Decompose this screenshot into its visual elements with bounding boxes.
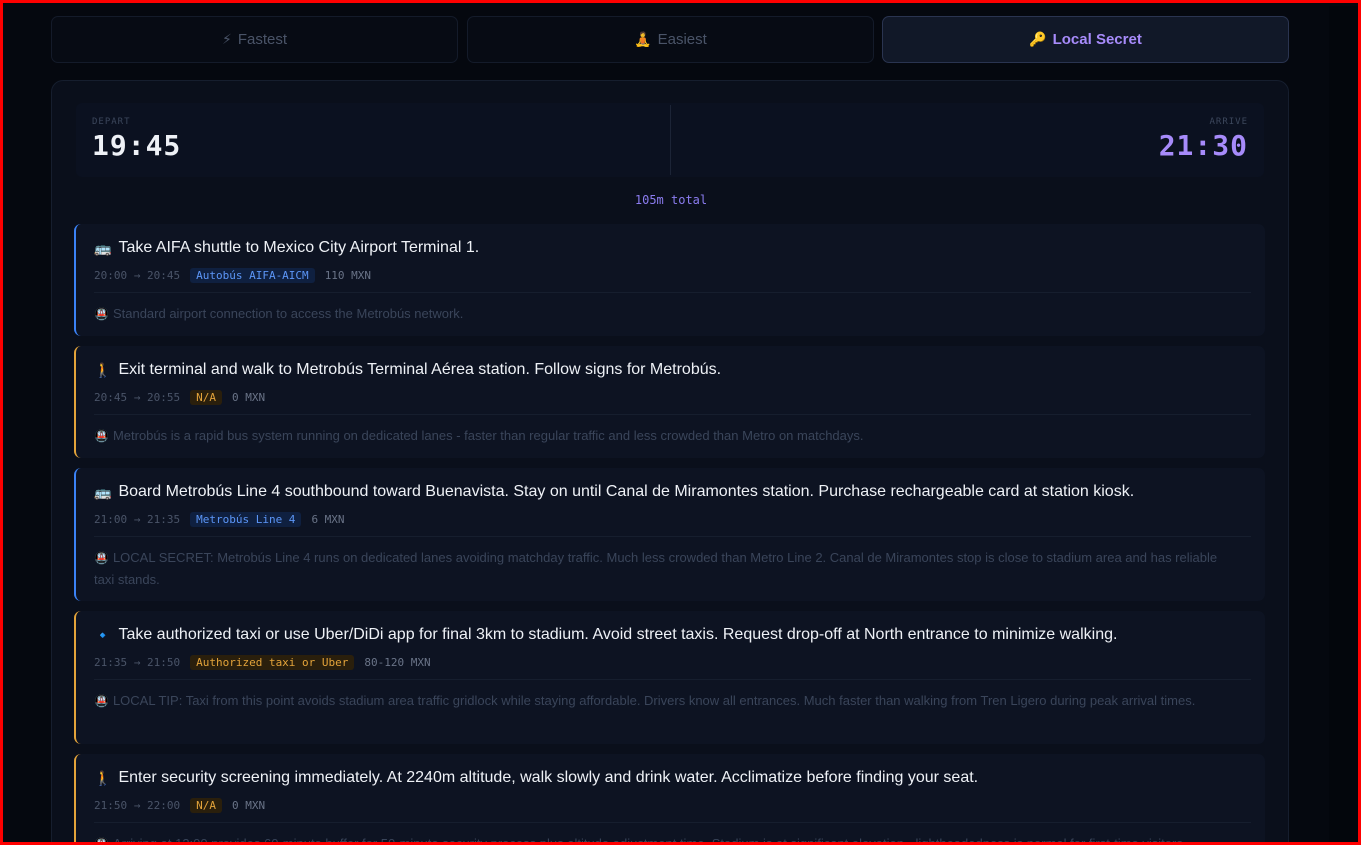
metro-icon: 🚇 [94, 429, 109, 443]
step-meta: 20:45 → 20:55 N/A 0 MXN [94, 390, 265, 405]
step-divider [94, 679, 1251, 680]
step-fare: 0 MXN [231, 391, 266, 404]
step-note: 🚇 LOCAL TIP: Taxi from this point avoids … [94, 690, 1235, 712]
walking-icon: 🚶 [94, 361, 112, 378]
step-note: 🚇 Standard airport connection to access t… [94, 303, 1235, 325]
step-note: 🚇 Arriving at 13:00 provides 60-minute bu… [94, 833, 1235, 845]
step-fare: 6 MXN [311, 513, 345, 526]
route-step[interactable]: 🔹 Take authorized taxi or use Uber/DiDi … [74, 611, 1265, 744]
metro-icon: 🚇 [94, 837, 109, 845]
step-mode-badge: Metrobús Line 4 [190, 512, 302, 527]
meditation-icon: 🧘 [634, 31, 652, 47]
time-summary: DEPART 19:45 ARRIVE 21:30 [76, 103, 1264, 177]
route-step[interactable]: 🚌 Board Metrobús Line 4 southbound towar… [74, 468, 1265, 601]
metro-icon: 🚇 [94, 551, 109, 565]
step-note-text: Metrobús is a rapid bus system running o… [112, 428, 864, 443]
step-time: 21:50 → 22:00 [94, 799, 181, 812]
route-tabs: ⚡ Fastest 🧘 Easiest 🔑 Local Secret [51, 16, 1289, 63]
step-fare: 80-120 MXN [364, 656, 431, 669]
step-title: 🚌 Take AIFA shuttle to Mexico City Airpo… [94, 239, 1253, 257]
step-title-text: Exit terminal and walk to Metrobús Termi… [118, 361, 722, 378]
step-mode-badge: N/A [190, 390, 222, 405]
step-divider [94, 822, 1251, 823]
time-divider [670, 105, 671, 175]
step-time: 21:00 → 21:35 [94, 513, 181, 526]
tab-label: Local Secret [1052, 31, 1142, 48]
step-time: 20:00 → 20:45 [94, 269, 181, 282]
route-step[interactable]: 🚌 Take AIFA shuttle to Mexico City Airpo… [74, 224, 1265, 336]
walking-icon: 🚶 [94, 769, 112, 786]
tab-label: Easiest [657, 31, 707, 48]
step-note-text: Arriving at 13:00 provides 60-minute buf… [112, 836, 1187, 845]
step-note-text: Standard airport connection to access th… [112, 306, 464, 321]
step-title: 🚌 Board Metrobús Line 4 southbound towar… [94, 483, 1253, 501]
step-note-text: LOCAL SECRET: Metrobús Line 4 runs on de… [94, 550, 1218, 587]
step-mode-badge: Autobús AIFA-AICM [190, 268, 315, 283]
step-mode-badge: Authorized taxi or Uber [190, 655, 355, 670]
metro-icon: 🚇 [94, 694, 109, 708]
right-gutter [1329, 6, 1358, 842]
total-duration: 105m total [634, 193, 708, 207]
arrive-time: 21:30 [1158, 129, 1248, 162]
step-meta: 21:00 → 21:35 Metrobús Line 4 6 MXN [94, 512, 345, 527]
tab-easiest[interactable]: 🧘 Easiest [467, 16, 874, 63]
step-title-text: Enter security screening immediately. At… [118, 769, 979, 786]
step-note-text: LOCAL TIP: Taxi from this point avoids s… [112, 693, 1196, 708]
route-panel: DEPART 19:45 ARRIVE 21:30 105m total 🚌 T… [51, 80, 1289, 845]
bus-icon: 🚌 [94, 483, 112, 500]
arrive-label: ARRIVE [1209, 117, 1248, 127]
step-meta: 21:50 → 22:00 N/A 0 MXN [94, 798, 265, 813]
step-fare: 0 MXN [231, 799, 266, 812]
step-divider [94, 292, 1251, 293]
step-note: 🚇 LOCAL SECRET: Metrobús Line 4 runs on d… [94, 547, 1235, 590]
step-title-text: Take authorized taxi or use Uber/DiDi ap… [118, 626, 1118, 643]
step-divider [94, 414, 1251, 415]
step-note: 🚇 Metrobús is a rapid bus system running … [94, 425, 1235, 447]
bus-icon: 🚌 [94, 239, 112, 256]
step-meta: 21:35 → 21:50 Authorized taxi or Uber 80… [94, 655, 431, 670]
depart-label: DEPART [92, 117, 131, 127]
depart-time: 19:45 [92, 129, 182, 162]
metro-icon: 🚇 [94, 307, 109, 321]
step-title: 🚶 Enter security screening immediately. … [94, 769, 1253, 787]
step-fare: 110 MXN [324, 269, 372, 282]
step-title: 🚶 Exit terminal and walk to Metrobús Ter… [94, 361, 1253, 379]
step-title: 🔹 Take authorized taxi or use Uber/DiDi … [94, 626, 1253, 644]
route-step[interactable]: 🚶 Exit terminal and walk to Metrobús Ter… [74, 346, 1265, 458]
step-title-text: Take AIFA shuttle to Mexico City Airport… [118, 239, 480, 256]
step-time: 20:45 → 20:55 [94, 391, 181, 404]
key-icon: 🔑 [1029, 31, 1047, 47]
taxi-diamond-icon: 🔹 [94, 626, 112, 643]
tab-fastest[interactable]: ⚡ Fastest [51, 16, 458, 63]
step-time: 21:35 → 21:50 [94, 656, 181, 669]
lightning-icon: ⚡ [221, 31, 232, 47]
step-meta: 20:00 → 20:45 Autobús AIFA-AICM 110 MXN [94, 268, 371, 283]
step-mode-badge: N/A [190, 798, 222, 813]
route-step[interactable]: 🚶 Enter security screening immediately. … [74, 754, 1265, 845]
tab-local-secret[interactable]: 🔑 Local Secret [882, 16, 1289, 63]
app-frame: ⚡ Fastest 🧘 Easiest 🔑 Local Secret DEPAR… [0, 0, 1361, 845]
tab-label: Fastest [237, 31, 288, 48]
step-divider [94, 536, 1251, 537]
step-title-text: Board Metrobús Line 4 southbound toward … [118, 483, 1135, 500]
